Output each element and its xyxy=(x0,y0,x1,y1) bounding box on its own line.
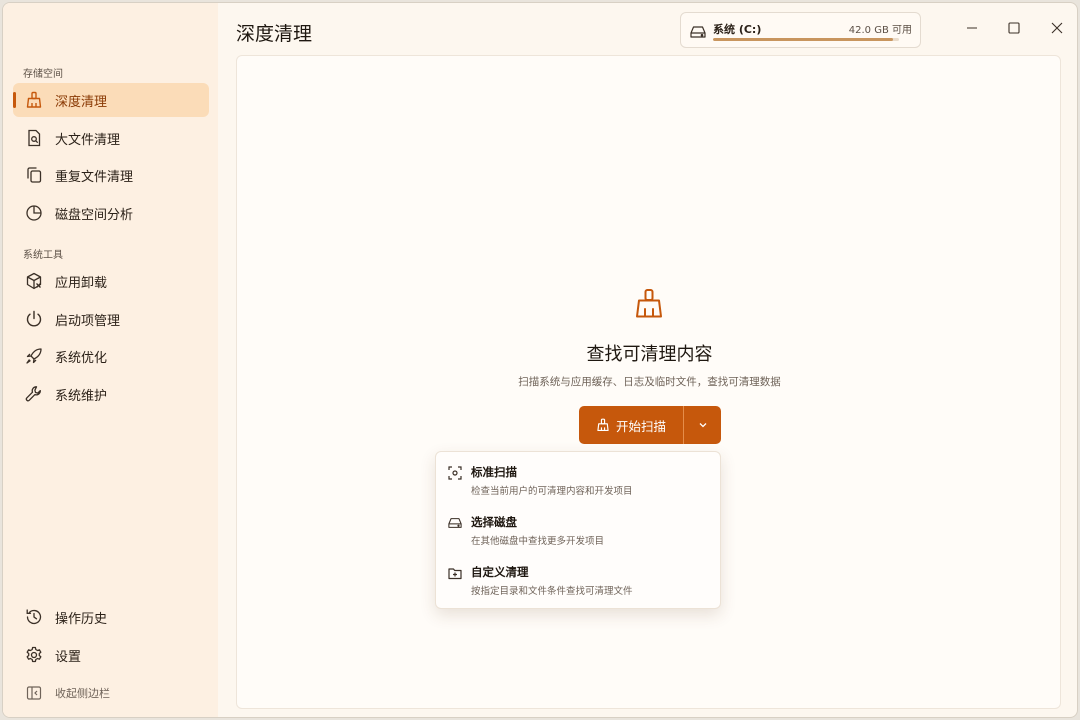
drive-icon xyxy=(448,515,462,534)
menu-item-title: 选择磁盘 xyxy=(471,515,517,529)
folder-plus-icon xyxy=(448,565,462,584)
disk-status-card[interactable]: 系统 (C:) 42.0 GB 可用 xyxy=(680,12,921,48)
sidebar-item-label: 系统维护 xyxy=(55,388,108,404)
sidebar-item-deep-clean[interactable]: 深度清理 xyxy=(13,83,209,117)
main-subtitle: 扫描系统与应用缓存、日志及临时文件，查找可清理数据 xyxy=(518,376,781,388)
scan-icon xyxy=(448,465,462,484)
menu-item-title: 标准扫描 xyxy=(471,465,517,479)
disk-usage-bar xyxy=(713,38,899,41)
maximize-icon xyxy=(1008,22,1020,34)
wrench-icon xyxy=(25,385,43,403)
drive-icon xyxy=(690,24,706,43)
minimize-icon xyxy=(967,27,977,29)
copy-icon xyxy=(25,166,43,184)
sidebar-item-disk-analysis[interactable]: 磁盘空间分析 xyxy=(13,196,209,230)
sidebar-item-duplicate-files[interactable]: 重复文件清理 xyxy=(13,158,209,192)
disk-free-space: 42.0 GB 可用 xyxy=(848,25,912,36)
menu-item-desc: 检查当前用户的可清理内容和开发项目 xyxy=(471,486,633,497)
gear-icon xyxy=(25,646,43,664)
chevron-down-icon xyxy=(699,423,706,428)
sidebar-item-label: 磁盘空间分析 xyxy=(55,207,134,223)
pie-chart-icon xyxy=(25,204,43,222)
menu-item-title: 自定义清理 xyxy=(471,565,529,579)
sidebar-item-optimize[interactable]: 系统优化 xyxy=(13,339,209,373)
broom-icon xyxy=(597,418,609,432)
history-icon xyxy=(25,608,43,626)
menu-item-desc: 在其他磁盘中查找更多开发项目 xyxy=(471,536,605,547)
collapse-sidebar-button[interactable]: 收起侧边栏 xyxy=(13,680,209,706)
sidebar: 存储空间 深度清理 大文件清理 重复文件清理 磁盘空间分析 系统工具 应用卸载 … xyxy=(3,3,218,717)
main-title: 查找可清理内容 xyxy=(586,344,713,365)
scan-options-menu: 标准扫描 检查当前用户的可清理内容和开发项目 选择磁盘 在其他磁盘中查找更多开发… xyxy=(435,451,721,609)
page-title: 深度清理 xyxy=(236,23,313,45)
package-remove-icon xyxy=(25,272,43,290)
rocket-icon xyxy=(25,347,43,365)
disk-name: 系统 (C:) xyxy=(713,23,762,36)
sidebar-item-label: 启动项管理 xyxy=(55,313,121,329)
main-content: 查找可清理内容 扫描系统与应用缓存、日志及临时文件，查找可清理数据 开始扫描 标… xyxy=(236,55,1061,709)
start-scan-label: 开始扫描 xyxy=(615,418,666,434)
sidebar-item-maintenance[interactable]: 系统维护 xyxy=(13,377,209,411)
broom-icon xyxy=(25,91,43,109)
sidebar-item-settings[interactable]: 设置 xyxy=(13,638,209,672)
collapse-sidebar-label: 收起侧边栏 xyxy=(55,687,110,700)
menu-item-custom-clean[interactable]: 自定义清理 按指定目录和文件条件查找可清理文件 xyxy=(436,556,720,602)
maximize-button[interactable] xyxy=(1003,17,1025,39)
section-label-storage: 存储空间 xyxy=(23,69,63,80)
file-search-icon xyxy=(25,129,43,147)
minimize-button[interactable] xyxy=(961,17,983,39)
menu-item-desc: 按指定目录和文件条件查找可清理文件 xyxy=(471,586,633,597)
menu-item-select-disk[interactable]: 选择磁盘 在其他磁盘中查找更多开发项目 xyxy=(436,506,720,552)
section-label-tools: 系统工具 xyxy=(23,250,63,261)
power-icon xyxy=(25,310,43,328)
menu-item-standard-scan[interactable]: 标准扫描 检查当前用户的可清理内容和开发项目 xyxy=(436,456,720,502)
disk-usage-fill xyxy=(713,38,894,41)
scan-options-dropdown[interactable] xyxy=(684,406,721,444)
sidebar-item-label: 重复文件清理 xyxy=(55,169,134,185)
sidebar-item-large-files[interactable]: 大文件清理 xyxy=(13,121,209,155)
sidebar-collapse-icon xyxy=(25,684,43,702)
close-icon xyxy=(1051,22,1063,34)
app-window: 存储空间 深度清理 大文件清理 重复文件清理 磁盘空间分析 系统工具 应用卸载 … xyxy=(2,2,1078,718)
sidebar-item-uninstall[interactable]: 应用卸载 xyxy=(13,264,209,298)
sidebar-item-label: 大文件清理 xyxy=(55,132,121,148)
sidebar-item-label: 应用卸载 xyxy=(55,275,108,291)
scan-split-button: 开始扫描 xyxy=(579,406,721,444)
sidebar-item-label: 系统优化 xyxy=(55,350,108,366)
sidebar-item-label: 设置 xyxy=(55,649,82,665)
sidebar-item-startup[interactable]: 启动项管理 xyxy=(13,302,209,336)
sidebar-item-history[interactable]: 操作历史 xyxy=(13,600,209,634)
broom-icon xyxy=(635,288,663,324)
sidebar-item-label: 深度清理 xyxy=(55,94,108,110)
sidebar-item-label: 操作历史 xyxy=(55,611,108,627)
start-scan-button[interactable]: 开始扫描 xyxy=(579,406,683,444)
close-button[interactable] xyxy=(1046,17,1068,39)
